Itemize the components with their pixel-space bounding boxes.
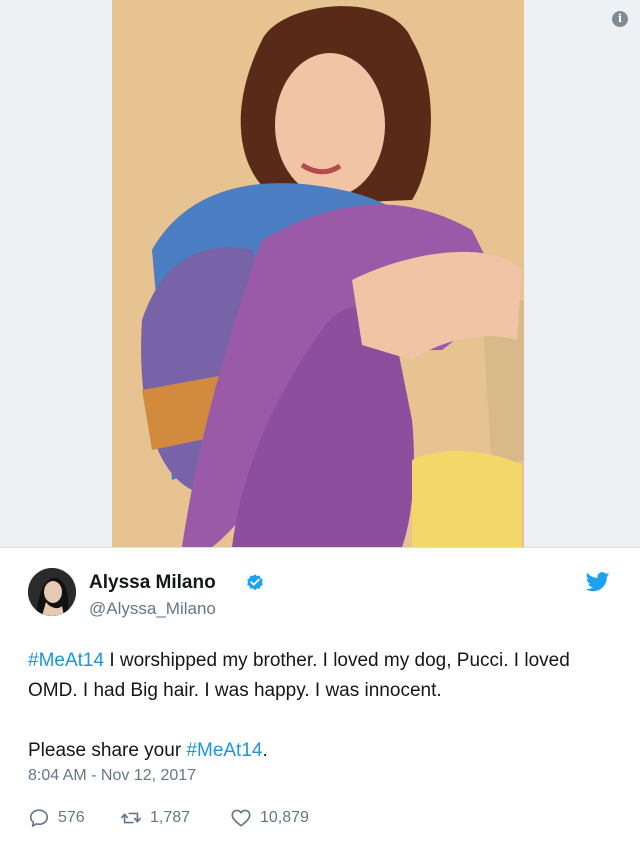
tweet-card: Alyssa Milano @Alyssa_Milano #MeAt14 I w… [0, 548, 640, 856]
like-count: 10,879 [260, 809, 309, 826]
retweet-button[interactable]: 1,787 [120, 806, 190, 830]
like-button[interactable]: 10,879 [230, 806, 309, 830]
reply-button[interactable]: 576 [28, 806, 85, 830]
author-name[interactable]: Alyssa Milano [89, 572, 216, 594]
author-handle[interactable]: @Alyssa_Milano [89, 599, 216, 619]
hashtag-link[interactable]: #MeAt14 [28, 650, 104, 671]
tweet-text-suffix: . [262, 740, 268, 761]
tweet-text: #MeAt14 I worshipped my brother. I loved… [28, 646, 618, 766]
twitter-bird-icon[interactable] [586, 572, 610, 592]
tweet-text-paragraph-2: Please share your #MeAt14. [28, 736, 618, 766]
tweet-timestamp[interactable]: 8:04 AM - Nov 12, 2017 [28, 767, 196, 785]
photo-illustration [112, 0, 524, 547]
tweet-text-content: I worshipped my brother. I loved my dog,… [28, 650, 570, 701]
tweet-photo[interactable] [112, 0, 524, 547]
verified-badge-icon [247, 574, 263, 591]
tweet-text-paragraph-1: #MeAt14 I worshipped my brother. I loved… [28, 646, 618, 706]
tweet-media[interactable]: i [0, 0, 640, 547]
heart-icon [231, 809, 251, 827]
retweet-icon [121, 812, 141, 824]
reply-count: 576 [58, 809, 85, 826]
avatar[interactable] [28, 568, 76, 616]
hashtag-link[interactable]: #MeAt14 [186, 740, 262, 761]
info-icon[interactable]: i [612, 11, 628, 27]
avatar-image [28, 568, 76, 616]
retweet-count: 1,787 [150, 809, 191, 826]
tweet-text-prefix: Please share your [28, 740, 187, 761]
reply-icon [29, 809, 49, 827]
